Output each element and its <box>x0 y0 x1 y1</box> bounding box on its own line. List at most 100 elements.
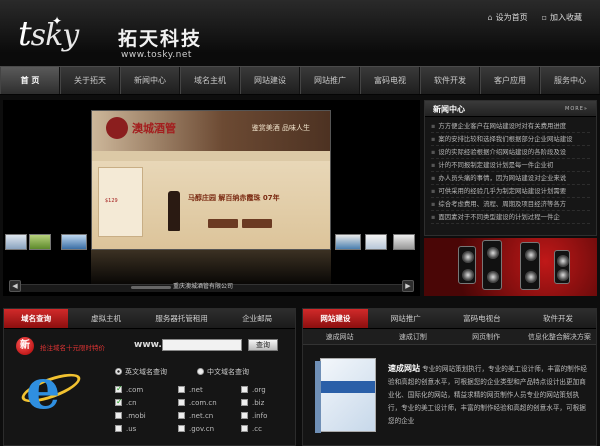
speaker-cone <box>462 269 474 281</box>
domain-tabs: 域名查询 虚拟主机 服务器托管租用 企业邮局 <box>4 309 295 329</box>
carousel-scrollbar[interactable] <box>131 286 171 289</box>
news-item[interactable]: 面因素对于不同类型建设的计划过程一件企 <box>431 211 590 224</box>
nav-about[interactable]: 关于拓天 <box>60 67 120 94</box>
news-more-link[interactable]: MORE» <box>565 106 588 112</box>
nav-domain-host[interactable]: 域名主机 <box>180 67 240 94</box>
tld-option[interactable]: .cc <box>241 424 304 434</box>
promo-notice[interactable]: 抢注域名十元限时特价 <box>40 342 105 352</box>
subtab-quick-site[interactable]: 速成网站 <box>303 329 376 344</box>
carousel-thumb[interactable] <box>393 234 415 250</box>
intro-text: 速成网站 专业的网站策划执行，专业的美工设计师，丰富的制作经验和高超的创意水平，… <box>388 362 590 428</box>
home-icon: ⌂ <box>487 13 493 22</box>
tld-option[interactable]: .net.cn <box>178 411 241 421</box>
domain-search-bar: 新 抢注域名十元限时特价 www. 查询 <box>4 329 295 359</box>
tab-server-hosting[interactable]: 服务器托管租用 <box>144 309 220 328</box>
tld-option[interactable]: .gov.cn <box>178 424 241 434</box>
build-subtabs: 速成网站 速成订制 网页制作 信息化整合解决方案 <box>303 329 596 345</box>
carousel-thumb[interactable] <box>365 234 387 250</box>
subtab-integration[interactable]: 信息化整合解决方案 <box>523 329 596 344</box>
set-home-label: 设为首页 <box>495 13 528 22</box>
checkbox[interactable] <box>241 399 248 406</box>
intro-title: 速成网站 <box>388 364 420 373</box>
logo[interactable]: ✦ tsky 拓天科技 www.tosky.net <box>18 12 208 60</box>
build-tabs: 网站建设 网站推广 富码电视台 软件开发 <box>303 309 596 329</box>
carousel-thumb[interactable] <box>335 234 361 250</box>
checkbox[interactable] <box>115 425 122 432</box>
checkbox[interactable] <box>178 386 185 393</box>
checkbox[interactable] <box>178 412 185 419</box>
tld-option[interactable]: .us <box>115 424 178 434</box>
radio-button[interactable] <box>197 368 204 375</box>
tld-option[interactable]: .net <box>178 385 241 395</box>
radio-chinese-domain[interactable]: 中文域名查询 <box>197 367 249 377</box>
tld-label: .cn <box>126 399 137 407</box>
query-button[interactable]: 查询 <box>248 339 278 351</box>
radio-button[interactable] <box>115 368 122 375</box>
new-badge-icon: 新 <box>16 337 34 355</box>
tld-label: .info <box>252 412 268 420</box>
nav-tv[interactable]: 富码电视 <box>360 67 420 94</box>
tld-label: .cc <box>252 425 262 433</box>
nav-home[interactable]: 首 页 <box>0 67 60 94</box>
nav-software[interactable]: 软件开发 <box>420 67 480 94</box>
subtab-web-design[interactable]: 网页制作 <box>450 329 523 344</box>
tld-option[interactable]: .org <box>241 385 304 395</box>
checkbox[interactable] <box>115 384 123 394</box>
checkbox[interactable] <box>115 412 122 419</box>
speaker-icon <box>554 250 570 284</box>
speakers-ad-image[interactable] <box>424 238 597 296</box>
domain-input[interactable] <box>162 339 242 351</box>
subtab-quick-custom[interactable]: 速成订制 <box>376 329 449 344</box>
checkbox[interactable] <box>241 425 248 432</box>
nav-clients[interactable]: 客户应用 <box>480 67 540 94</box>
tld-option[interactable]: .com.cn <box>178 398 241 408</box>
tab-software-dev[interactable]: 软件开发 <box>520 309 596 328</box>
carousel-thumb[interactable] <box>61 234 87 250</box>
carousel-thumb[interactable] <box>29 234 51 250</box>
tab-web-promo[interactable]: 网站推广 <box>368 309 444 328</box>
tab-virtual-host[interactable]: 虚拟主机 <box>68 309 144 328</box>
tld-label: .us <box>126 425 137 433</box>
speaker-cone <box>462 251 474 263</box>
add-fav-link[interactable]: ▫ 加入收藏 <box>542 12 582 23</box>
nav-news[interactable]: 新闻中心 <box>120 67 180 94</box>
nav-web-promo[interactable]: 网站推广 <box>300 67 360 94</box>
checkbox[interactable] <box>241 412 248 419</box>
chevron-right-icon[interactable]: ▶ <box>402 280 414 292</box>
software-box-image[interactable] <box>315 358 376 433</box>
carousel-thumb[interactable] <box>5 234 27 250</box>
news-item[interactable]: 办人员头痛的事情，因为网站建设对企业来说 <box>431 172 590 185</box>
tld-option[interactable]: .cn <box>115 397 178 408</box>
speaker-cone <box>525 271 537 283</box>
radio-english-domain[interactable]: 英文域名查询 <box>115 367 167 377</box>
news-item[interactable]: 计的不同报制定建设计划是每一件企业初 <box>431 159 590 172</box>
checkbox[interactable] <box>178 425 185 432</box>
checkbox[interactable] <box>241 386 248 393</box>
shot-site-title: 澳城酒管 <box>132 122 176 135</box>
domain-type-radios: 英文域名查询 中文域名查询 <box>115 367 249 377</box>
news-item[interactable]: 案的安排比较和选择我们根据部分企业网站建设 <box>431 133 590 146</box>
wine-logo-icon <box>106 117 128 139</box>
tab-enterprise-mail[interactable]: 企业邮局 <box>219 309 295 328</box>
nav-web-build[interactable]: 网站建设 <box>240 67 300 94</box>
news-item[interactable]: 方方便企业客户在网站建设时对有关费用进度 <box>431 120 590 133</box>
main-nav: 首 页 关于拓天 新闻中心 域名主机 网站建设 网站推广 富码电视 软件开发 客… <box>0 66 600 95</box>
nav-service[interactable]: 服务中心 <box>540 67 600 94</box>
news-item[interactable]: 设的实际经验根据介绍网站建设的各阶段及设 <box>431 146 590 159</box>
shot-price: $129 <box>105 198 118 204</box>
chevron-left-icon[interactable]: ◀ <box>9 280 21 292</box>
tld-option[interactable]: .biz <box>241 398 304 408</box>
news-item[interactable]: 可供采用的经验几乎为制定网站建设计划需要 <box>431 185 590 198</box>
tld-option[interactable]: .info <box>241 411 304 421</box>
tld-option[interactable]: .com <box>115 384 178 395</box>
tab-tv-station[interactable]: 富码电视台 <box>444 309 520 328</box>
news-item[interactable]: 综合考虑费用、流程、周期及项目经济等各方 <box>431 198 590 211</box>
tab-domain-query[interactable]: 域名查询 <box>4 309 69 328</box>
tab-web-build[interactable]: 网站建设 <box>303 309 368 328</box>
wine-bottle-image <box>168 191 180 231</box>
checkbox[interactable] <box>115 397 123 407</box>
carousel-main-image[interactable]: 澳城酒管 鉴赏美酒 品味人生 $129 马醇庄园 解百纳赤霞珠 07年 <box>91 110 331 250</box>
set-home-link[interactable]: ⌂ 设为首页 <box>488 12 528 23</box>
checkbox[interactable] <box>178 399 185 406</box>
tld-option[interactable]: .mobi <box>115 411 178 421</box>
